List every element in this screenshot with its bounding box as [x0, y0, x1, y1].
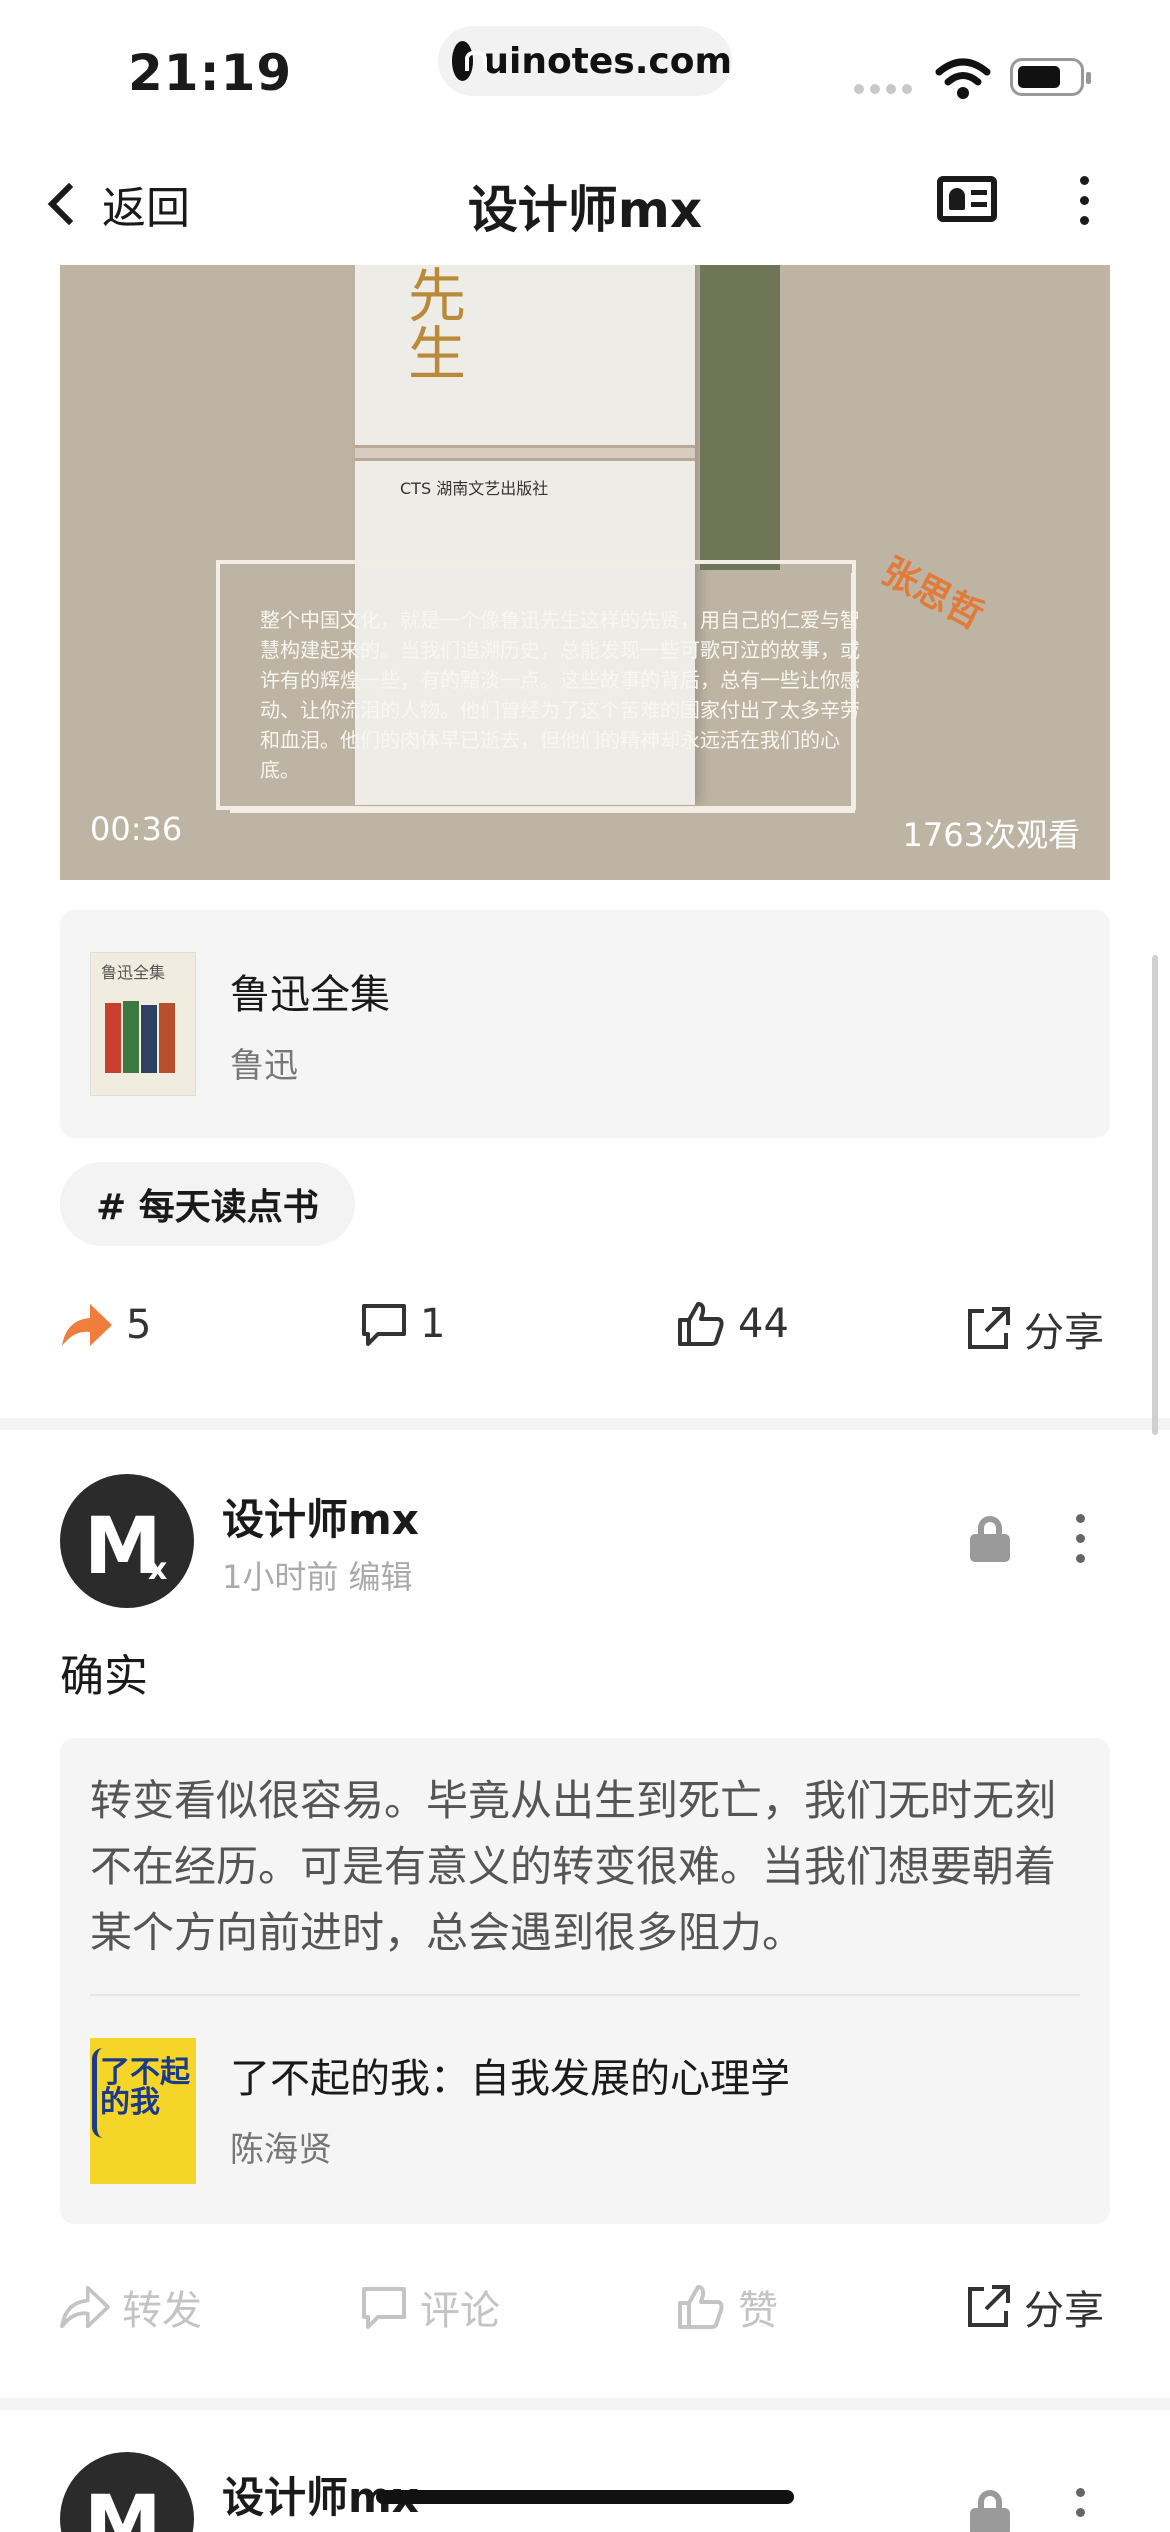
comment-label: 评论: [420, 2288, 500, 2334]
like-count: 44: [738, 1301, 789, 1347]
lock-icon: [970, 2490, 1010, 2532]
book-author: 鲁迅: [230, 1046, 298, 1086]
comment-button[interactable]: 1: [360, 1300, 445, 1348]
post-divider-2: [0, 2398, 1170, 2410]
share-button-2[interactable]: 分享: [964, 2278, 1104, 2336]
wifi-icon: [935, 58, 991, 99]
cellular-signal-icon: [854, 84, 912, 94]
share-icon: [968, 1307, 1010, 1349]
home-indicator[interactable]: [376, 2490, 794, 2504]
post-more-icon[interactable]: [1076, 1514, 1086, 1568]
post-text: 确实: [60, 1651, 148, 1702]
video-quote: 整个中国文化，就是一个像鲁迅先生这样的先贤，用自己的仁爱与智慧构建起来的。当我们…: [260, 608, 860, 782]
repost-button-2[interactable]: 转发: [60, 2278, 202, 2336]
repost-arrow-icon: [62, 1304, 112, 1346]
video-author-tag: 张思哲: [875, 550, 990, 638]
url-pill[interactable]: uinotes.com: [438, 26, 732, 96]
video-views: 1763次观看: [902, 816, 1080, 854]
status-bar: 21:19 uinotes.com: [0, 0, 1170, 140]
post-actions: 5 1 44 分享: [60, 1300, 1110, 1380]
status-time: 21:19: [128, 44, 293, 102]
avatar-2[interactable]: M x: [60, 2452, 194, 2532]
post-divider: [0, 1418, 1170, 1430]
excerpt-card[interactable]: 转变看似很容易。毕竟从出生到死亡，我们无时无刻不在经历。可是有意义的转变很难。当…: [60, 1738, 1110, 2224]
contact-card-icon[interactable]: [937, 176, 997, 222]
comment-button-2[interactable]: 评论: [360, 2278, 500, 2336]
comment-icon: [362, 2287, 406, 2329]
more-vertical-icon[interactable]: [1080, 176, 1090, 226]
like-icon: [678, 2285, 724, 2329]
book-thumbnail: 鲁迅全集: [90, 952, 196, 1096]
nav-bar: 返回 设计师mx: [0, 140, 1170, 265]
post-more-icon-2[interactable]: [1076, 2488, 1086, 2528]
comment-icon: [362, 1304, 406, 1346]
share-label: 分享: [1024, 1310, 1104, 1356]
lock-icon: [970, 1516, 1010, 1562]
excerpt-book-author: 陈海贤: [230, 2130, 332, 2170]
repost-count: 5: [126, 1302, 152, 1348]
site-lock-icon: [452, 41, 488, 81]
video-player[interactable]: CTS 湖南文艺出版社 先生 整个中国文化，就是一个像鲁迅先生这样的先贤，用自己…: [60, 265, 1110, 880]
excerpt-text: 转变看似很容易。毕竟从出生到死亡，我们无时无刻不在经历。可是有意义的转变很难。当…: [90, 1776, 1057, 1957]
excerpt-book-title: 了不起的我：自我发展的心理学: [230, 2056, 790, 2102]
post-actions-2: 转发 评论 赞 分享: [60, 2278, 1110, 2358]
comment-count: 1: [420, 1301, 446, 1347]
battery-icon: [1010, 58, 1091, 96]
like-button-2[interactable]: 赞: [676, 2278, 778, 2336]
repost-arrow-icon: [60, 2285, 110, 2329]
topic-tag[interactable]: # 每天读点书: [60, 1162, 355, 1246]
share-label-2: 分享: [1024, 2288, 1104, 2334]
share-button[interactable]: 分享: [964, 1300, 1104, 1358]
post-meta: 1小时前 编辑: [222, 1558, 413, 1596]
video-book-title: 先生: [398, 265, 466, 381]
video-duration: 00:36: [90, 810, 183, 848]
book-title: 鲁迅全集: [230, 972, 390, 1018]
avatar[interactable]: M x: [60, 1474, 194, 1608]
repost-label: 转发: [122, 2288, 202, 2334]
share-icon: [968, 2285, 1010, 2327]
post-author-name[interactable]: 设计师mx: [222, 1486, 419, 1547]
video-book-spine: [700, 265, 780, 570]
excerpt-book-thumbnail: 了不起的我: [90, 2038, 196, 2184]
like-label: 赞: [738, 2288, 778, 2334]
repost-button[interactable]: 5: [60, 1300, 151, 1350]
url-text: uinotes.com: [483, 40, 732, 82]
like-icon: [678, 1302, 724, 1346]
scrollbar[interactable]: [1152, 955, 1158, 1435]
like-button[interactable]: 44: [676, 1300, 789, 1348]
book-card[interactable]: 鲁迅全集 鲁迅全集 鲁迅: [60, 910, 1110, 1138]
